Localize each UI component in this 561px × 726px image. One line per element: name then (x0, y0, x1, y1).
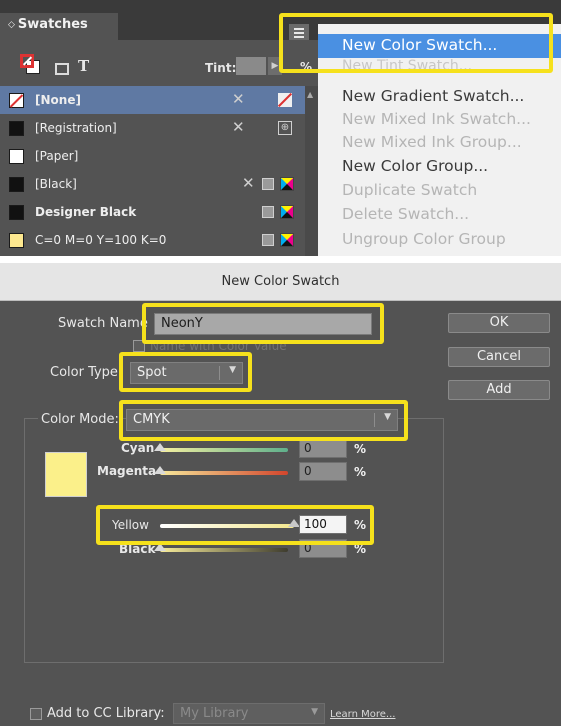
chevron-down-icon: ▼ (311, 707, 318, 717)
swatches-panel-screenshot: ◇ Swatches T Tint: ▶ % [None] ✕ [Registr… (0, 0, 561, 256)
add-to-cc-library-label: Add to CC Library: (47, 706, 165, 721)
magenta-slider-thumb[interactable] (154, 466, 166, 474)
process-color-icon (262, 234, 274, 246)
color-preview (45, 452, 87, 497)
cmyk-icon (280, 205, 294, 219)
menu-item-new-mixed-ink-swatch[interactable]: New Mixed Ink Swatch... (318, 108, 561, 132)
swatch-name: C=0 M=0 Y=100 K=0 (35, 233, 167, 247)
new-color-swatch-dialog: New Color Swatch Swatch Name NeonY Name … (0, 263, 561, 726)
magenta-slider[interactable] (160, 471, 288, 475)
swatch-name: [Black] (35, 177, 77, 191)
none-slash (9, 94, 24, 108)
swatch-row-yellow[interactable]: C=0 M=0 Y=100 K=0 (0, 226, 305, 254)
callout-highlight-menu (279, 13, 553, 73)
callout-highlight-color-mode (119, 400, 408, 441)
collapse-diamond-icon[interactable]: ◇ (8, 20, 15, 30)
menu-item-delete-swatch[interactable]: Delete Swatch... (318, 203, 561, 227)
cmyk-icon (280, 177, 294, 191)
non-editable-icon: ✕ (242, 174, 255, 192)
swatch-list-scrollbar[interactable] (305, 86, 318, 256)
add-button[interactable]: Add (448, 380, 550, 400)
cyan-value-field[interactable]: 0 (299, 439, 347, 458)
swatch-chip (9, 205, 24, 220)
menu-item-new-gradient-swatch[interactable]: New Gradient Swatch... (318, 85, 561, 109)
container-format-icon[interactable] (55, 63, 69, 75)
swatch-name-label: Swatch Name (58, 316, 148, 331)
ok-button[interactable]: OK (448, 313, 550, 333)
cyan-slider[interactable] (160, 448, 288, 452)
swatch-chip (9, 149, 24, 164)
none-color-icon (278, 93, 292, 107)
cyan-label: Cyan (121, 441, 155, 455)
swatch-chip (9, 177, 24, 192)
swatch-list: [None] ✕ [Registration] ✕ ⊕ [Paper] [Bla… (0, 86, 318, 256)
swatch-row-none[interactable]: [None] ✕ (0, 86, 305, 114)
menu-item-new-mixed-ink-group[interactable]: New Mixed Ink Group... (318, 131, 561, 155)
swatches-tab[interactable]: ◇ Swatches (0, 13, 118, 40)
magenta-percent: % (354, 465, 367, 479)
swatches-tab-label: Swatches (17, 17, 88, 32)
learn-more-link[interactable]: Learn More... (330, 709, 395, 720)
swatch-name: [Paper] (35, 149, 79, 163)
cyan-slider-thumb[interactable] (154, 443, 166, 451)
process-color-icon (262, 178, 274, 190)
tint-label: Tint: (205, 61, 237, 75)
swatch-name: Designer Black (35, 205, 137, 219)
library-select[interactable]: My Library ▼ (173, 703, 325, 724)
callout-highlight-color-type (119, 352, 252, 392)
swatch-chip (9, 121, 24, 136)
menu-item-duplicate-swatch[interactable]: Duplicate Swatch (318, 179, 561, 203)
magenta-label: Magenta (97, 464, 157, 478)
swatches-toolbar: T Tint: ▶ % (0, 40, 318, 86)
scroll-up-icon[interactable]: ▲ (307, 90, 313, 99)
cyan-percent: % (354, 442, 367, 456)
swatch-row-designer-black[interactable]: Designer Black (0, 198, 305, 226)
menu-item-ungroup-color-group[interactable]: Ungroup Color Group (318, 228, 561, 252)
tint-field[interactable] (236, 57, 266, 75)
swatch-row-paper[interactable]: [Paper] (0, 142, 305, 170)
non-editable-icon: ✕ (232, 90, 245, 108)
swatch-name: [Registration] (35, 121, 117, 135)
registration-icon: ⊕ (278, 121, 292, 135)
cancel-button[interactable]: Cancel (448, 347, 550, 367)
library-value: My Library (180, 706, 249, 721)
color-mode-label: Color Mode: (38, 412, 122, 427)
cmyk-icon (280, 233, 294, 247)
callout-highlight-swatch-name (142, 303, 384, 344)
text-format-icon[interactable]: T (78, 57, 89, 75)
fill-stroke-icon[interactable] (20, 54, 42, 76)
fill-box (20, 54, 34, 68)
dialog-title: New Color Swatch (0, 263, 561, 301)
swatch-row-black[interactable]: [Black] ✕ (0, 170, 305, 198)
color-type-label: Color Type (50, 365, 118, 380)
swatch-chip (9, 233, 24, 248)
magenta-value-field[interactable]: 0 (299, 462, 347, 481)
black-slider[interactable] (160, 548, 288, 552)
none-swatch-chip (9, 93, 24, 108)
non-editable-icon: ✕ (232, 118, 245, 136)
add-to-cc-library-checkbox[interactable] (30, 708, 42, 720)
swatch-name: [None] (35, 93, 81, 107)
menu-item-new-color-group[interactable]: New Color Group... (318, 155, 561, 179)
swatch-row-registration[interactable]: [Registration] ✕ ⊕ (0, 114, 305, 142)
process-color-icon (262, 206, 274, 218)
callout-highlight-yellow (96, 505, 374, 545)
